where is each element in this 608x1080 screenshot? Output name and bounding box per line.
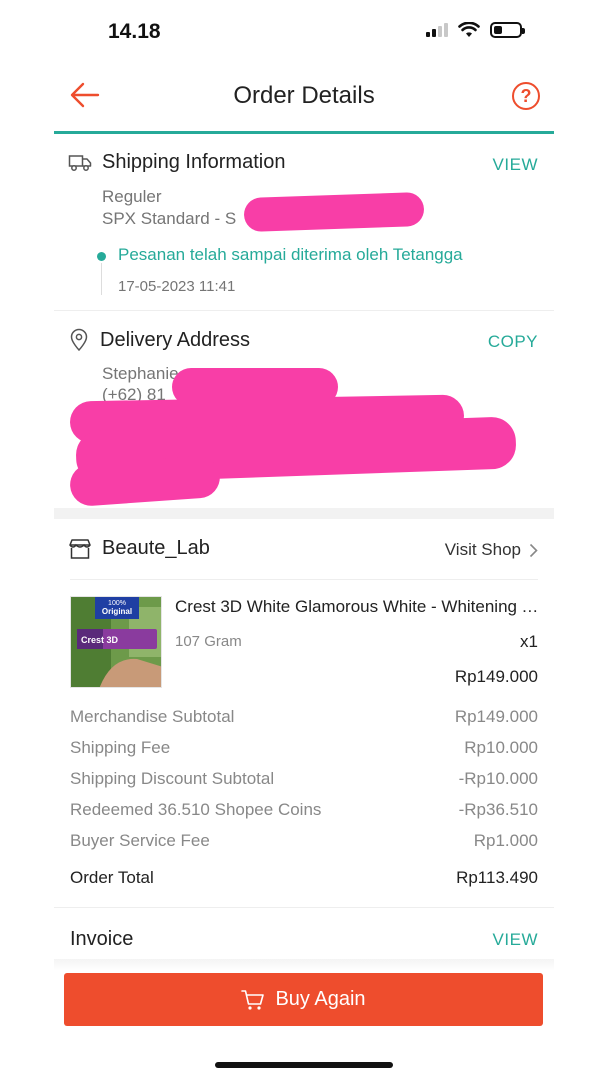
order-total-row: Order Total Rp113.490 xyxy=(70,868,538,899)
address-copy-link[interactable]: COPY xyxy=(488,332,538,352)
invoice-row: Invoice VIEW xyxy=(54,907,554,959)
summary-row: Shipping Discount Subtotal -Rp10.000 xyxy=(70,769,538,800)
shop-header: Beaute_Lab xyxy=(68,537,210,560)
visit-shop-label: Visit Shop xyxy=(444,540,521,559)
home-indicator xyxy=(215,1062,393,1068)
badge-bottom: Original xyxy=(102,607,132,616)
shipping-view-link[interactable]: VIEW xyxy=(493,155,538,175)
redaction-mark xyxy=(68,454,222,508)
truck-icon xyxy=(68,154,92,171)
summary-label: Buyer Service Fee xyxy=(70,831,210,850)
store-icon xyxy=(69,538,91,559)
divider xyxy=(70,579,538,580)
summary-value: Rp10.000 xyxy=(464,738,538,757)
shipping-service: Reguler xyxy=(102,187,162,206)
product-thumbnail[interactable]: Crest 3D 100% Original xyxy=(70,596,162,688)
recipient-name: Stephanie xyxy=(102,364,179,383)
summary-row: Buyer Service Fee Rp1.000 xyxy=(70,831,538,862)
summary-value: Rp1.000 xyxy=(473,831,538,850)
buy-again-label: Buy Again xyxy=(275,988,366,1010)
section-separator xyxy=(54,508,554,519)
payment-summary: Merchandise Subtotal Rp149.000 Shipping … xyxy=(70,707,538,899)
shipping-information-section: Shipping Information VIEW Reguler SPX St… xyxy=(54,137,554,311)
brand-mark: Crest 3D xyxy=(81,635,119,645)
tracking-status[interactable]: Pesanan telah sampai diterima oleh Tetan… xyxy=(118,245,463,265)
summary-row: Redeemed 36.510 Shopee Coins -Rp36.510 xyxy=(70,800,538,831)
redaction-mark xyxy=(243,191,425,233)
help-circle-icon[interactable]: ? xyxy=(512,82,540,110)
badge-top: 100% xyxy=(108,600,126,607)
invoice-title: Invoice xyxy=(70,928,134,950)
address-title: Delivery Address xyxy=(100,328,251,351)
shipping-title: Shipping Information xyxy=(102,151,286,173)
tracking-time: 17-05-2023 11:41 xyxy=(118,278,236,295)
tracking-dot xyxy=(97,252,106,261)
order-total-label: Order Total xyxy=(70,868,154,887)
page-title: Order Details xyxy=(233,82,375,109)
tracking-line xyxy=(101,263,102,295)
product-image: Crest 3D 100% Original xyxy=(71,597,161,687)
order-total-value: Rp113.490 xyxy=(456,868,538,887)
shipping-courier: SPX Standard - S xyxy=(102,209,237,228)
status-icons xyxy=(426,22,525,38)
address-header: Delivery Address xyxy=(68,328,250,352)
summary-label: Merchandise Subtotal xyxy=(70,707,235,726)
shipping-header: Shipping Information xyxy=(68,151,285,174)
summary-label: Redeemed 36.510 Shopee Coins xyxy=(70,800,322,819)
cellular-signal-icon xyxy=(426,23,448,37)
product-variant: 107 Gram xyxy=(175,633,242,650)
status-bar: 14.18 xyxy=(0,0,608,60)
product-price: Rp149.000 xyxy=(454,667,538,686)
product-name[interactable]: Crest 3D White Glamorous White - Whiteni… xyxy=(175,597,540,617)
summary-row: Merchandise Subtotal Rp149.000 xyxy=(70,707,538,738)
summary-value: -Rp36.510 xyxy=(458,800,538,819)
location-pin-icon xyxy=(70,328,88,352)
battery-icon xyxy=(490,22,525,38)
footer-shadow xyxy=(54,959,554,971)
summary-row: Shipping Fee Rp10.000 xyxy=(70,738,538,769)
delivery-address-section: Delivery Address COPY Stephanie (+62) 81 xyxy=(54,312,554,508)
status-time: 14.18 xyxy=(108,20,161,43)
top-nav: Order Details ? xyxy=(54,60,554,134)
shop-name[interactable]: Beaute_Lab xyxy=(102,537,210,560)
product-quantity: x1 xyxy=(520,632,538,651)
invoice-view-link[interactable]: VIEW xyxy=(493,930,538,950)
order-items-section: Beaute_Lab Visit Shop Crest 3D 100% Orig… xyxy=(54,519,554,959)
chevron-right-icon xyxy=(529,543,538,557)
summary-label: Shipping Discount Subtotal xyxy=(70,769,275,788)
cart-icon xyxy=(241,989,265,1010)
buy-again-button[interactable]: Buy Again xyxy=(64,973,543,1026)
summary-value: Rp149.000 xyxy=(454,707,538,726)
summary-label: Shipping Fee xyxy=(70,738,171,757)
wifi-icon xyxy=(458,22,480,37)
visit-shop-button[interactable]: Visit Shop xyxy=(445,540,538,560)
summary-value: -Rp10.000 xyxy=(458,769,538,788)
